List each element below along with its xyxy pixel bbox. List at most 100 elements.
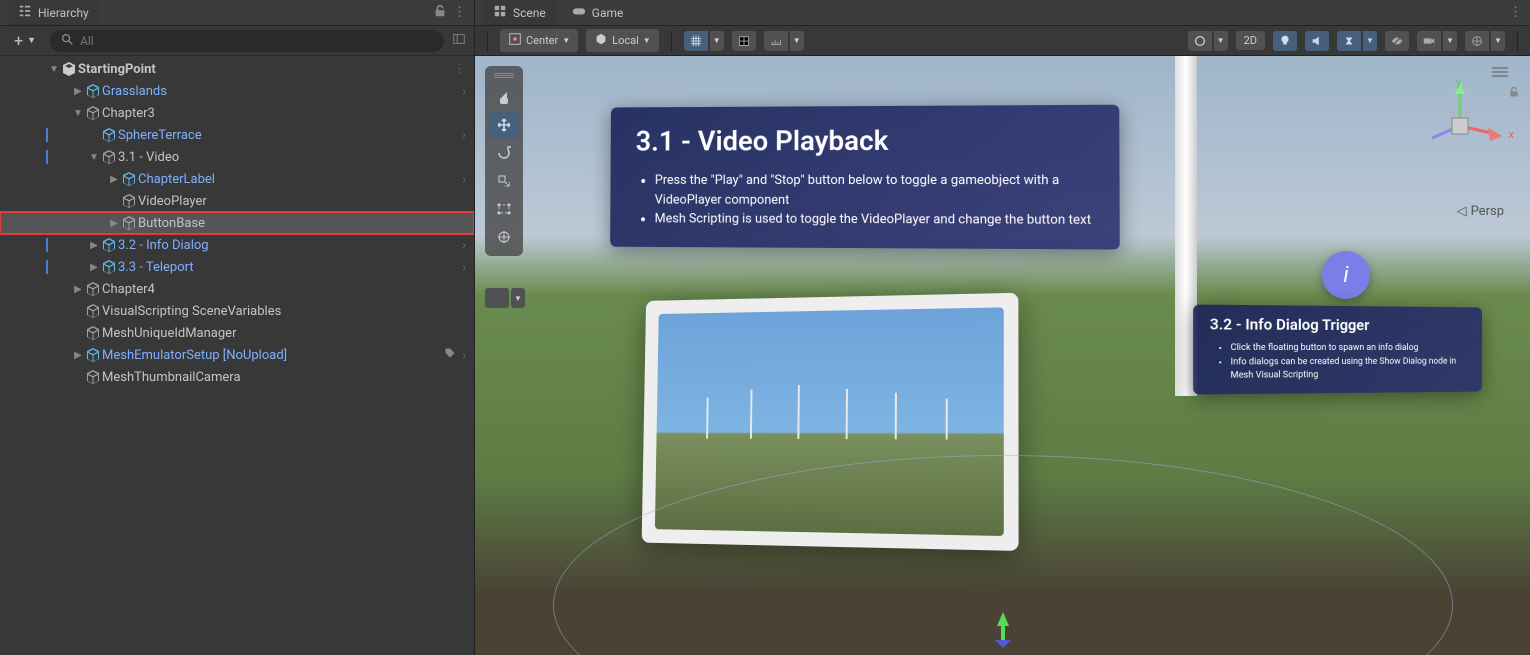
foldout-icon[interactable]: ▶ [72, 86, 84, 97]
tree-row[interactable]: ▶Grasslands› [0, 80, 474, 102]
pivot-label: Center [526, 34, 558, 47]
search-type-icon[interactable] [452, 32, 466, 50]
tree-row[interactable]: ▶VideoPlayer [0, 190, 474, 212]
gameobject-cube-icon [120, 193, 138, 209]
foldout-icon[interactable]: ▶ [108, 218, 120, 229]
foldout-icon[interactable]: ▶ [72, 350, 84, 361]
tree-row[interactable]: ▶MeshUniqueIdManager [0, 322, 474, 344]
hand-tool-button[interactable] [489, 84, 519, 110]
tab-scene[interactable]: Scene [483, 0, 556, 25]
kebab-menu-icon[interactable]: ⋮ [453, 5, 466, 20]
scene-camera-button[interactable] [1417, 31, 1441, 51]
chevron-right-icon[interactable]: › [462, 260, 466, 275]
grid-snap-dropdown[interactable]: ▼ [710, 31, 724, 51]
toggle-2d-label: 2D [1244, 34, 1257, 47]
tool-handle-rotation[interactable]: Local ▼ [586, 29, 659, 52]
tab-game[interactable]: Game [562, 0, 634, 25]
draw-mode-button[interactable] [1188, 31, 1212, 51]
hierarchy-tab-label: Hierarchy [38, 6, 89, 20]
foldout-icon[interactable]: ▶ [88, 262, 100, 273]
tree-row[interactable]: ▶SphereTerrace› [0, 124, 474, 146]
chevron-right-icon[interactable]: › [462, 172, 466, 187]
tree-row[interactable]: ▶ 3.2 - Info Dialog › [0, 234, 474, 256]
card-title: 3.1 - Video Playback [636, 123, 1093, 157]
fx-group: ▼ [1337, 31, 1377, 51]
kebab-menu-icon[interactable]: ⋮ [1509, 5, 1522, 20]
projection-label[interactable]: ◁Persp [1457, 204, 1504, 219]
tool-handle-pivot[interactable]: Center ▼ [500, 29, 578, 52]
custom-tools-dropdown[interactable]: ▼ [511, 288, 525, 308]
rotate-tool-button[interactable] [489, 140, 519, 166]
gizmos-dropdown[interactable]: ▼ [1491, 31, 1505, 51]
toggle-2d-button[interactable]: 2D [1236, 31, 1265, 50]
foldout-icon[interactable]: ▼ [72, 108, 84, 119]
dropdown-caret-icon: ▼ [27, 35, 36, 46]
hierarchy-toolbar: + ▼ [0, 26, 474, 56]
rect-tool-button[interactable] [489, 196, 519, 222]
scene-viewport[interactable]: ▼ 3.1 - Video Playback Press the "Play" … [475, 56, 1530, 655]
foldout-icon[interactable]: ▶ [108, 174, 120, 185]
gameobject-cube-icon [100, 237, 118, 253]
tree-item-label: 3.2 - Info Dialog [118, 238, 209, 253]
gameobject-cube-icon [84, 83, 102, 99]
increment-snap-button[interactable] [764, 31, 788, 51]
gizmo-lock-icon[interactable] [1508, 86, 1520, 102]
search-icon [60, 32, 74, 50]
lock-icon[interactable] [433, 4, 447, 22]
chevron-right-icon[interactable]: › [462, 84, 466, 99]
tree-row[interactable]: ▶MeshEmulatorSetup [NoUpload]› [0, 344, 474, 366]
tree-row[interactable]: ▶Chapter4 [0, 278, 474, 300]
tree-scene-root[interactable]: ▼ StartingPoint ⋮ [0, 58, 474, 80]
draw-mode-dropdown[interactable]: ▼ [1214, 31, 1228, 51]
gameobject-cube-icon [120, 171, 138, 187]
chapter-label-card-3-1: 3.1 - Video Playback Press the "Play" an… [610, 105, 1120, 249]
orientation-gizmo[interactable]: y x [1410, 76, 1510, 176]
tree-row[interactable]: ▶VisualScripting SceneVariables [0, 300, 474, 322]
fx-dropdown[interactable]: ▼ [1363, 31, 1377, 51]
grid-snap-group: ▼ [684, 31, 724, 51]
tree-row[interactable]: ▶MeshThumbnailCamera [0, 366, 474, 388]
transform-tool-button[interactable] [489, 224, 519, 250]
snap-increment-button[interactable] [732, 31, 756, 51]
hierarchy-icon [18, 4, 32, 21]
chevron-right-icon[interactable]: › [462, 216, 466, 231]
card-bullets: Press the "Play" and "Stop" button below… [635, 171, 1092, 231]
audio-toggle-button[interactable] [1305, 31, 1329, 51]
scale-tool-button[interactable] [489, 168, 519, 194]
kebab-menu-icon[interactable]: ⋮ [453, 62, 466, 77]
transform-gizmo-icon [988, 610, 1018, 650]
tree-item-label: 3.1 - Video [118, 150, 179, 165]
tree-row[interactable]: ▼Chapter3 [0, 102, 474, 124]
gizmos-toggle-button[interactable] [1465, 31, 1489, 51]
foldout-icon[interactable]: ▶ [72, 284, 84, 295]
search-input[interactable] [80, 34, 434, 48]
chevron-right-icon[interactable]: › [462, 348, 466, 363]
move-tool-button[interactable] [489, 112, 519, 138]
hierarchy-search[interactable] [50, 30, 444, 52]
create-button[interactable]: + ▼ [8, 29, 42, 52]
gameobject-cube-icon [84, 369, 102, 385]
tab-game-label: Game [592, 6, 624, 20]
drag-handle-icon[interactable] [494, 72, 514, 78]
foldout-icon[interactable]: ▼ [48, 64, 60, 75]
tree-item-label: SphereTerrace [118, 128, 202, 143]
increment-snap-dropdown[interactable]: ▼ [790, 31, 804, 51]
scene-camera-dropdown[interactable]: ▼ [1443, 31, 1457, 51]
scene-visibility-button[interactable] [1385, 31, 1409, 51]
tree-item-label: VideoPlayer [138, 194, 207, 209]
tree-row[interactable]: ▶3.3 - Teleport› [0, 256, 474, 278]
chevron-right-icon[interactable]: › [462, 128, 466, 143]
tree-row[interactable]: ▶ButtonBase› [0, 212, 474, 234]
foldout-icon[interactable]: ▼ [88, 152, 100, 163]
grid-visibility-button[interactable] [684, 31, 708, 51]
lighting-toggle-button[interactable] [1273, 31, 1297, 51]
hierarchy-tab[interactable]: Hierarchy [8, 0, 99, 25]
custom-tools-button[interactable] [485, 288, 509, 308]
tree-row[interactable]: ▶ChapterLabel› [0, 168, 474, 190]
draw-mode-group: ▼ [1188, 31, 1228, 51]
tree-row[interactable]: ▼ 3.1 - Video [0, 146, 474, 168]
gameobject-cube-icon [100, 127, 118, 143]
chevron-right-icon[interactable]: › [462, 238, 466, 253]
foldout-icon[interactable]: ▶ [88, 240, 100, 251]
fx-toggle-button[interactable] [1337, 31, 1361, 51]
